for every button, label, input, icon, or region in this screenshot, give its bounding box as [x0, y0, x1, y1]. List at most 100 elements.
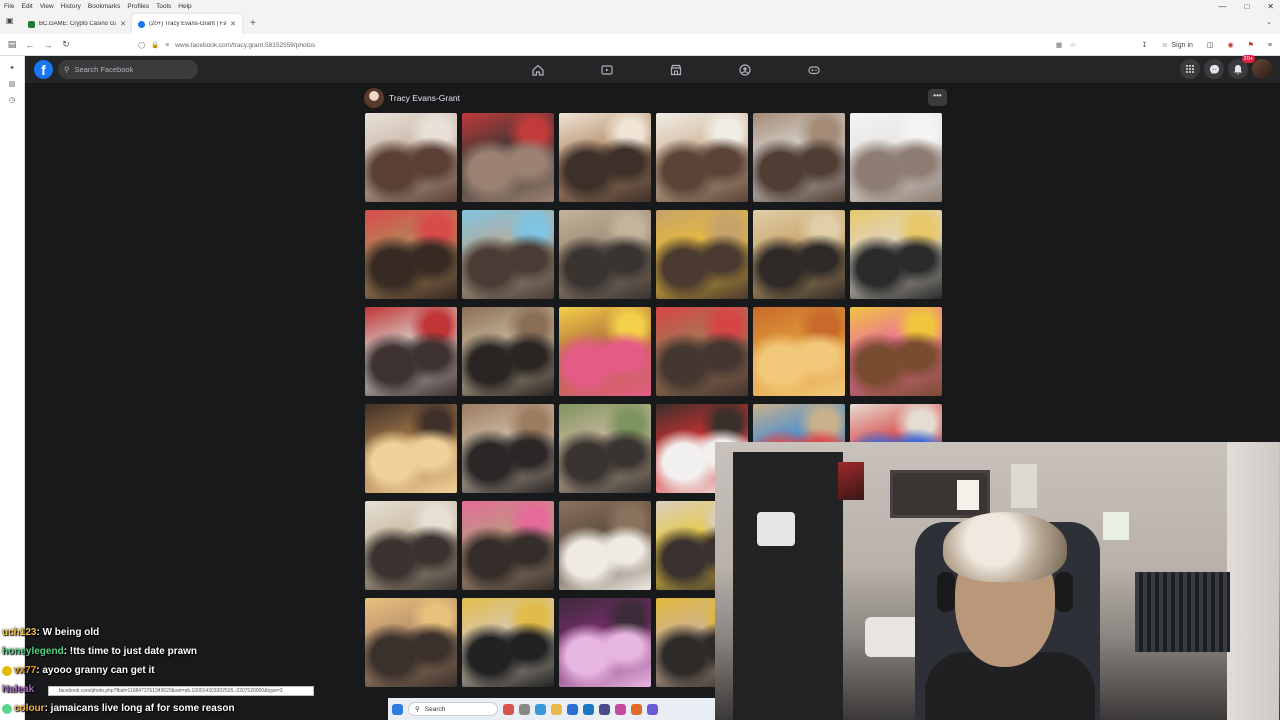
facebook-logo-icon[interactable]: f — [34, 60, 53, 79]
photo-thumbnail[interactable] — [850, 210, 942, 299]
url-text[interactable]: www.facebook.com/tracy.grant.58152559/ph… — [175, 42, 315, 49]
photo-thumbnail[interactable] — [462, 501, 554, 590]
more-options-button[interactable]: ••• — [928, 89, 947, 106]
photo-thumbnail[interactable] — [559, 404, 651, 493]
forward-icon[interactable]: → — [39, 40, 57, 50]
reader-view-icon[interactable]: ▦ — [1056, 41, 1062, 49]
search-input[interactable]: ⚲ Search Facebook — [58, 60, 198, 79]
menu-edit[interactable]: Edit — [21, 3, 32, 10]
close-tab-icon[interactable]: ✕ — [120, 20, 126, 28]
new-tab-button[interactable]: + — [242, 14, 264, 34]
chat-message: Naleak — [2, 681, 34, 698]
chat-message: uch123 : W being old — [2, 624, 99, 641]
photo-thumbnail[interactable] — [365, 113, 457, 202]
menu-tools[interactable]: Tools — [156, 3, 171, 10]
history-icon[interactable]: ◷ — [0, 96, 24, 104]
webcam-lamp — [757, 512, 795, 546]
task-view-icon[interactable] — [519, 703, 530, 715]
extensions-icon[interactable]: ◫ — [1207, 41, 1214, 49]
photo-thumbnail[interactable] — [559, 113, 651, 202]
menu-view[interactable]: View — [40, 3, 54, 10]
account-avatar[interactable] — [1252, 59, 1272, 79]
photo-thumbnail[interactable] — [365, 210, 457, 299]
menu-file[interactable]: File — [4, 3, 14, 10]
chevron-down-icon[interactable]: ⌄ — [1266, 18, 1272, 26]
menu-profiles[interactable]: Profiles — [127, 3, 149, 10]
app-icon[interactable] — [599, 703, 610, 715]
photo-thumbnail[interactable] — [850, 113, 942, 202]
minimize-icon[interactable]: — — [1218, 2, 1226, 11]
chat-username: honeylegend — [2, 646, 64, 657]
windows-start-icon[interactable] — [392, 703, 403, 715]
edge-icon[interactable] — [535, 703, 546, 715]
chat-text: : W being old — [36, 627, 100, 638]
photo-thumbnail[interactable] — [656, 113, 748, 202]
gaming-tab[interactable] — [779, 56, 848, 83]
photo-thumbnail[interactable] — [850, 307, 942, 396]
notifications-badge: 20+ — [1241, 55, 1255, 63]
photo-thumbnail[interactable] — [753, 113, 845, 202]
facebook-favicon-icon — [138, 20, 145, 28]
tab-list-icon[interactable]: ▣ — [6, 16, 14, 25]
messenger-button[interactable] — [1204, 59, 1224, 79]
firefox-icon[interactable] — [631, 703, 642, 715]
maximize-icon[interactable]: □ — [1244, 2, 1249, 11]
photo-thumbnail[interactable] — [559, 501, 651, 590]
photo-thumbnail[interactable] — [365, 501, 457, 590]
address-bar[interactable]: ◯ 🔒 ≡ www.facebook.com/tracy.grant.58152… — [134, 37, 1084, 53]
photo-thumbnail[interactable] — [365, 307, 457, 396]
profile-avatar[interactable] — [364, 88, 384, 108]
sign-in-label: Sign in — [1171, 41, 1193, 49]
shield-extension-icon[interactable]: ◉ — [1228, 41, 1234, 49]
profile-name[interactable]: Tracy Evans-Grant — [389, 93, 460, 103]
close-tab-icon[interactable]: ✕ — [230, 20, 236, 28]
marketplace-tab[interactable] — [641, 56, 710, 83]
photo-thumbnail[interactable] — [656, 210, 748, 299]
notifications-button[interactable]: 20+ — [1228, 55, 1255, 79]
store-icon[interactable] — [583, 703, 594, 715]
video-tab[interactable] — [572, 56, 641, 83]
sidebar-toggle-icon[interactable]: ▤ — [3, 39, 21, 50]
webcam-poster — [838, 462, 864, 500]
photo-thumbnail[interactable] — [656, 307, 748, 396]
photo-thumbnail[interactable] — [462, 113, 554, 202]
chat-username: Naleak — [2, 684, 35, 695]
bookmarks-icon[interactable]: ▤ — [0, 80, 24, 88]
window-controls: — □ ✕ — [1218, 0, 1274, 12]
menu-help[interactable]: Help — [178, 3, 191, 10]
file-explorer-icon[interactable] — [551, 703, 562, 715]
taskbar-search[interactable]: ⚲ Search — [408, 702, 498, 716]
photo-thumbnail[interactable] — [462, 404, 554, 493]
tab-title: BC.GAME: Crypto Casino Game — [39, 21, 117, 27]
browser-icon[interactable] — [567, 703, 578, 715]
app-icon[interactable] — [647, 703, 658, 715]
tab-bcgame[interactable]: BC.GAME: Crypto Casino Game ✕ — [22, 14, 132, 34]
back-icon[interactable]: ← — [21, 40, 39, 50]
tab-facebook[interactable]: (20+) Tracy Evans-Grant | Faceb ✕ — [132, 14, 242, 34]
menu-history[interactable]: History — [61, 3, 81, 10]
menu-button[interactable] — [1180, 59, 1200, 79]
photo-thumbnail[interactable] — [365, 404, 457, 493]
app-icon[interactable] — [615, 703, 626, 715]
photo-thumbnail[interactable] — [753, 210, 845, 299]
photo-thumbnail[interactable] — [462, 307, 554, 396]
photo-thumbnail[interactable] — [462, 598, 554, 687]
downloads-icon[interactable]: ↧ — [1141, 41, 1147, 49]
photo-thumbnail[interactable] — [559, 598, 651, 687]
bookmark-star-icon[interactable]: ☆ — [1070, 41, 1076, 49]
app-icon[interactable] — [503, 703, 514, 715]
webcam-window-light — [957, 480, 979, 510]
menu-icon[interactable]: ≡ — [1268, 42, 1272, 49]
photo-thumbnail[interactable] — [753, 307, 845, 396]
home-tab[interactable] — [503, 56, 572, 83]
flag-extension-icon[interactable]: ⚑ — [1248, 41, 1254, 49]
sign-in-button[interactable]: ☺ Sign in — [1161, 42, 1193, 49]
reload-icon[interactable]: ↻ — [57, 39, 75, 50]
photo-thumbnail[interactable] — [462, 210, 554, 299]
photo-thumbnail[interactable] — [559, 307, 651, 396]
photo-thumbnail[interactable] — [559, 210, 651, 299]
close-window-icon[interactable]: ✕ — [1267, 2, 1274, 11]
groups-tab[interactable] — [710, 56, 779, 83]
ai-sparkle-icon[interactable]: ✦ — [0, 64, 24, 72]
menu-bookmarks[interactable]: Bookmarks — [88, 3, 121, 10]
